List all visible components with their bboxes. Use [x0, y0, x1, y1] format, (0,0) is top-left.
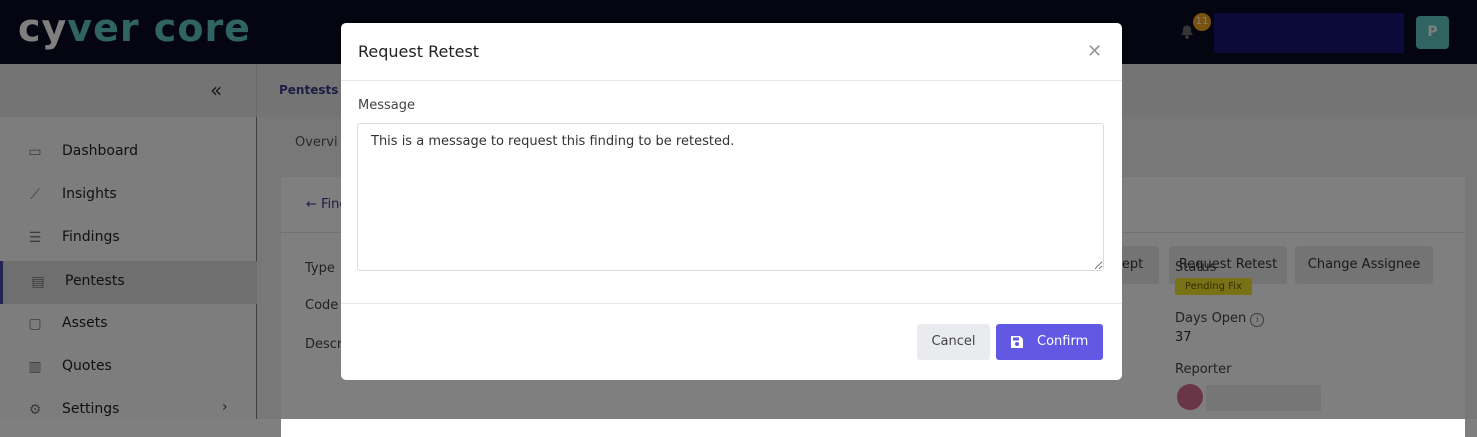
confirm-label: Confirm [1037, 334, 1089, 349]
divider [341, 303, 1122, 304]
message-label: Message [358, 98, 415, 113]
close-icon[interactable]: ✕ [1087, 41, 1102, 62]
app-root: cyver core 11 P « Pentests ▭ Dashboard ⟋… [0, 0, 1477, 437]
message-textarea[interactable]: This is a message to request this findin… [357, 123, 1104, 271]
request-retest-modal: Request Retest ✕ Message This is a messa… [341, 23, 1122, 380]
cancel-button[interactable]: Cancel [917, 324, 990, 360]
modal-title: Request Retest [358, 42, 480, 61]
divider [341, 80, 1122, 81]
save-icon [1011, 336, 1023, 348]
confirm-button[interactable]: Confirm [996, 324, 1103, 360]
